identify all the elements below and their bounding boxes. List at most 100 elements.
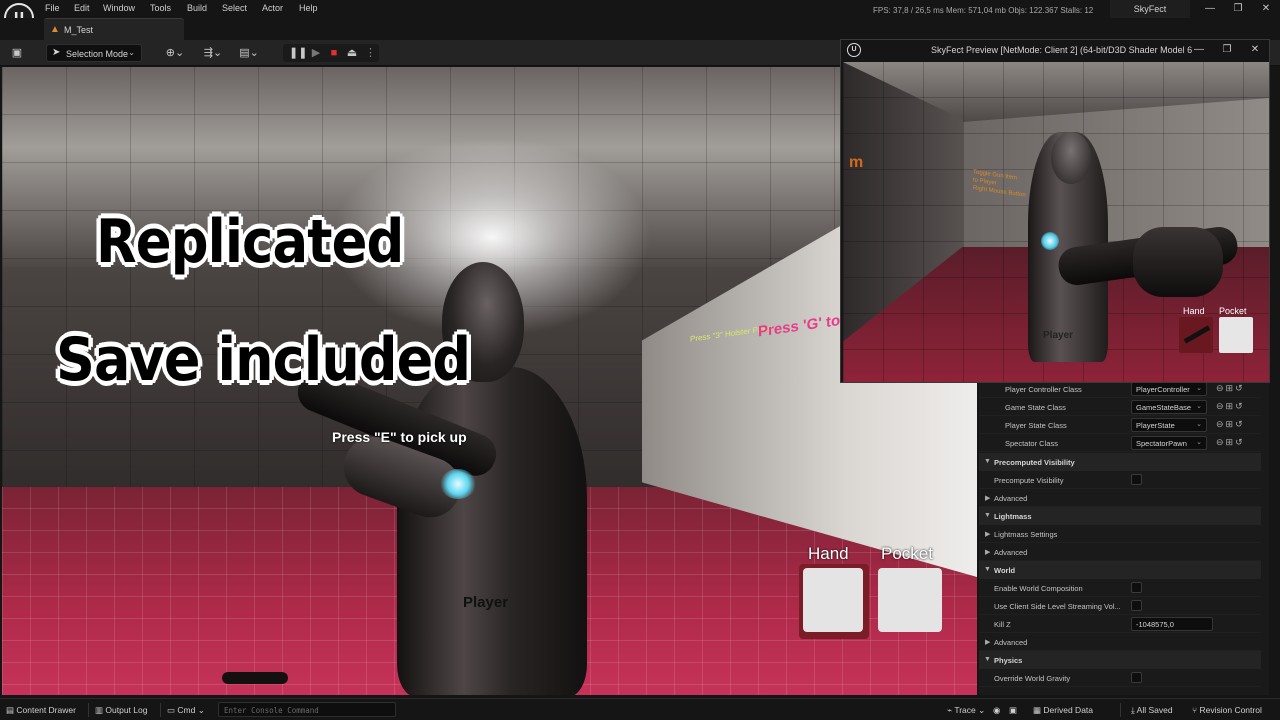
screenshot-icon[interactable]: ▣ (1009, 705, 1017, 716)
details-scrollbar[interactable] (1270, 380, 1280, 695)
all-saved-label: All Saved (1136, 705, 1173, 715)
cmd-dropdown[interactable]: ▭ Cmd ⌄ (167, 705, 205, 716)
row-spectator-class: Spectator Class SpectatorPawn ⌄ ⊖⊞↺ (979, 434, 1261, 452)
menu-bar: U File Edit Window Tools Build Select Ac… (0, 0, 1280, 33)
preview-character-head (1051, 132, 1091, 184)
preview-chest-glow (1041, 232, 1059, 250)
floor-item (222, 672, 288, 684)
expand-arrow-icon: ▶ (985, 549, 991, 556)
preview-hand-label: Hand (1183, 306, 1205, 316)
close-button[interactable]: ✕ (1259, 3, 1273, 14)
class-dropdown[interactable]: PlayerState ⌄ (1131, 418, 1207, 432)
preview-pocket-slot (1219, 317, 1253, 353)
pause-icon[interactable]: ❚❚ (289, 45, 307, 61)
section-precomputed-visibility[interactable]: ▼ Precomputed Visibility (979, 453, 1261, 471)
preview-minimize-button[interactable]: — (1192, 44, 1206, 55)
preview-close-button[interactable]: ✕ (1248, 44, 1262, 55)
inventory-hand-slot[interactable] (803, 568, 863, 632)
row-client-side-streaming: Use Client Side Level Streaming Vol... (979, 597, 1261, 615)
revision-control-button[interactable]: ⑂ Revision Control (1192, 705, 1262, 715)
menu-help[interactable]: Help (299, 3, 318, 13)
menu-build[interactable]: Build (187, 3, 207, 13)
chevron-down-icon: ⌄ (978, 705, 986, 715)
tab-map[interactable]: ▲ M_Test (44, 18, 184, 40)
inventory-pocket-slot[interactable] (878, 568, 942, 632)
class-dropdown[interactable]: PlayerController ⌄ (1131, 382, 1207, 396)
player-nameplate: Player (463, 594, 509, 611)
class-value: PlayerController (1136, 385, 1190, 394)
expand-arrow-icon: ▶ (985, 495, 991, 502)
add-actor-icon[interactable]: ⊕⌄ (162, 45, 188, 61)
stalls-value: 12 (1084, 6, 1094, 15)
trace-icon: ⌁ (947, 705, 953, 715)
property-label: Advanced (994, 638, 1028, 647)
stop-icon[interactable]: ■ (327, 45, 341, 61)
menu-file[interactable]: File (45, 3, 60, 13)
property-label: Player State Class (1005, 421, 1067, 430)
pickup-prompt: Press "E" to pick up (332, 429, 467, 445)
tab-row (0, 18, 1280, 40)
class-value: PlayerState (1136, 421, 1175, 430)
objs-value: 122.367 (1029, 6, 1059, 15)
content-drawer-button[interactable]: ▤ Content Drawer (6, 705, 76, 716)
maximize-button[interactable]: ❐ (1231, 3, 1245, 14)
browse-icons[interactable]: ⊖⊞↺ (1216, 419, 1245, 430)
level-viewport[interactable]: Press "3" Holster Pawn Press 'G' to Drop… (2, 67, 977, 695)
row-advanced[interactable]: ▶ Advanced (979, 543, 1261, 561)
minimize-button[interactable]: — (1203, 3, 1217, 14)
chevron-down-icon: ⌄ (197, 705, 205, 715)
divider (160, 703, 161, 717)
eject-icon[interactable]: ⏏ (345, 45, 359, 61)
menu-select[interactable]: Select (222, 3, 247, 13)
cinematics-icon[interactable]: ▤⌄ (236, 45, 262, 61)
cmd-label: Cmd (177, 705, 196, 715)
objs-label: Objs: (1008, 6, 1027, 15)
override-gravity-checkbox[interactable] (1131, 672, 1142, 683)
browse-icons[interactable]: ⊖⊞↺ (1216, 401, 1245, 412)
section-physics[interactable]: ▼ Physics (979, 651, 1261, 669)
row-lightmass-settings[interactable]: ▶ Lightmass Settings (979, 525, 1261, 543)
browse-icons[interactable]: ⊖⊞↺ (1216, 437, 1245, 448)
property-label: Lightmass Settings (994, 530, 1058, 539)
all-saved-button[interactable]: ⤓ All Saved (1131, 705, 1173, 716)
expand-arrow-icon: ▶ (985, 531, 991, 538)
menu-tools[interactable]: Tools (150, 3, 171, 13)
derived-data-label: Derived Data (1043, 705, 1094, 715)
step-icon[interactable]: ▶ (309, 45, 323, 61)
menu-actor[interactable]: Actor (262, 3, 283, 13)
class-dropdown[interactable]: GameStateBase ⌄ (1131, 400, 1207, 414)
precompute-visibility-checkbox[interactable] (1131, 474, 1142, 485)
output-log-button[interactable]: ▥ Output Log (95, 705, 147, 716)
preview-maximize-button[interactable]: ❐ (1220, 44, 1234, 55)
menu-window[interactable]: Window (103, 3, 135, 13)
record-icon[interactable]: ◉ (993, 705, 1000, 716)
preview-titlebar[interactable]: U SkyFect Preview [NetMode: Client 2] (6… (841, 40, 1269, 62)
world-composition-checkbox[interactable] (1131, 582, 1142, 593)
chevron-down-icon: ⌄ (1196, 385, 1202, 392)
status-bar: ▤ Content Drawer ▥ Output Log ▭ Cmd ⌄ En… (0, 698, 1280, 720)
section-lightmass[interactable]: ▼ Lightmass (979, 507, 1261, 525)
menu-edit[interactable]: Edit (74, 3, 90, 13)
browse-icons[interactable]: ⊖⊞↺ (1216, 383, 1245, 394)
pie-preview-window[interactable]: U SkyFect Preview [NetMode: Client 2] (6… (840, 39, 1270, 383)
console-input[interactable]: Enter Console Command (218, 702, 396, 717)
stalls-label: Stalls: (1060, 6, 1083, 15)
save-icon[interactable]: ▣ (10, 45, 24, 61)
kill-z-input[interactable]: -1048575,0 (1131, 617, 1213, 631)
derived-data-button[interactable]: ▦ Derived Data (1033, 705, 1093, 716)
overlay-title-save-included: Save included (56, 325, 471, 395)
client-streaming-checkbox[interactable] (1131, 600, 1142, 611)
row-advanced[interactable]: ▶ Advanced (979, 633, 1261, 651)
collapse-arrow-icon: ▼ (984, 512, 991, 519)
map-icon: ▲ (50, 24, 60, 35)
section-world[interactable]: ▼ World (979, 561, 1261, 579)
row-advanced[interactable]: ▶ Advanced (979, 489, 1261, 507)
selection-mode-dropdown[interactable]: ➤ Selection Mode ⌄ (46, 44, 142, 62)
property-label: Spectator Class (1005, 439, 1058, 448)
class-dropdown[interactable]: SpectatorPawn ⌄ (1131, 436, 1207, 450)
trace-button[interactable]: ⌁ Trace ⌄ (947, 705, 985, 716)
more-options-icon[interactable]: ⋮ (365, 45, 376, 61)
preview-viewport[interactable]: m Toggle Gun Item to Player Right Mouse … (843, 62, 1269, 382)
blueprint-icon[interactable]: ⇶⌄ (200, 45, 226, 61)
row-precompute-visibility: Precompute Visibility (979, 471, 1261, 489)
